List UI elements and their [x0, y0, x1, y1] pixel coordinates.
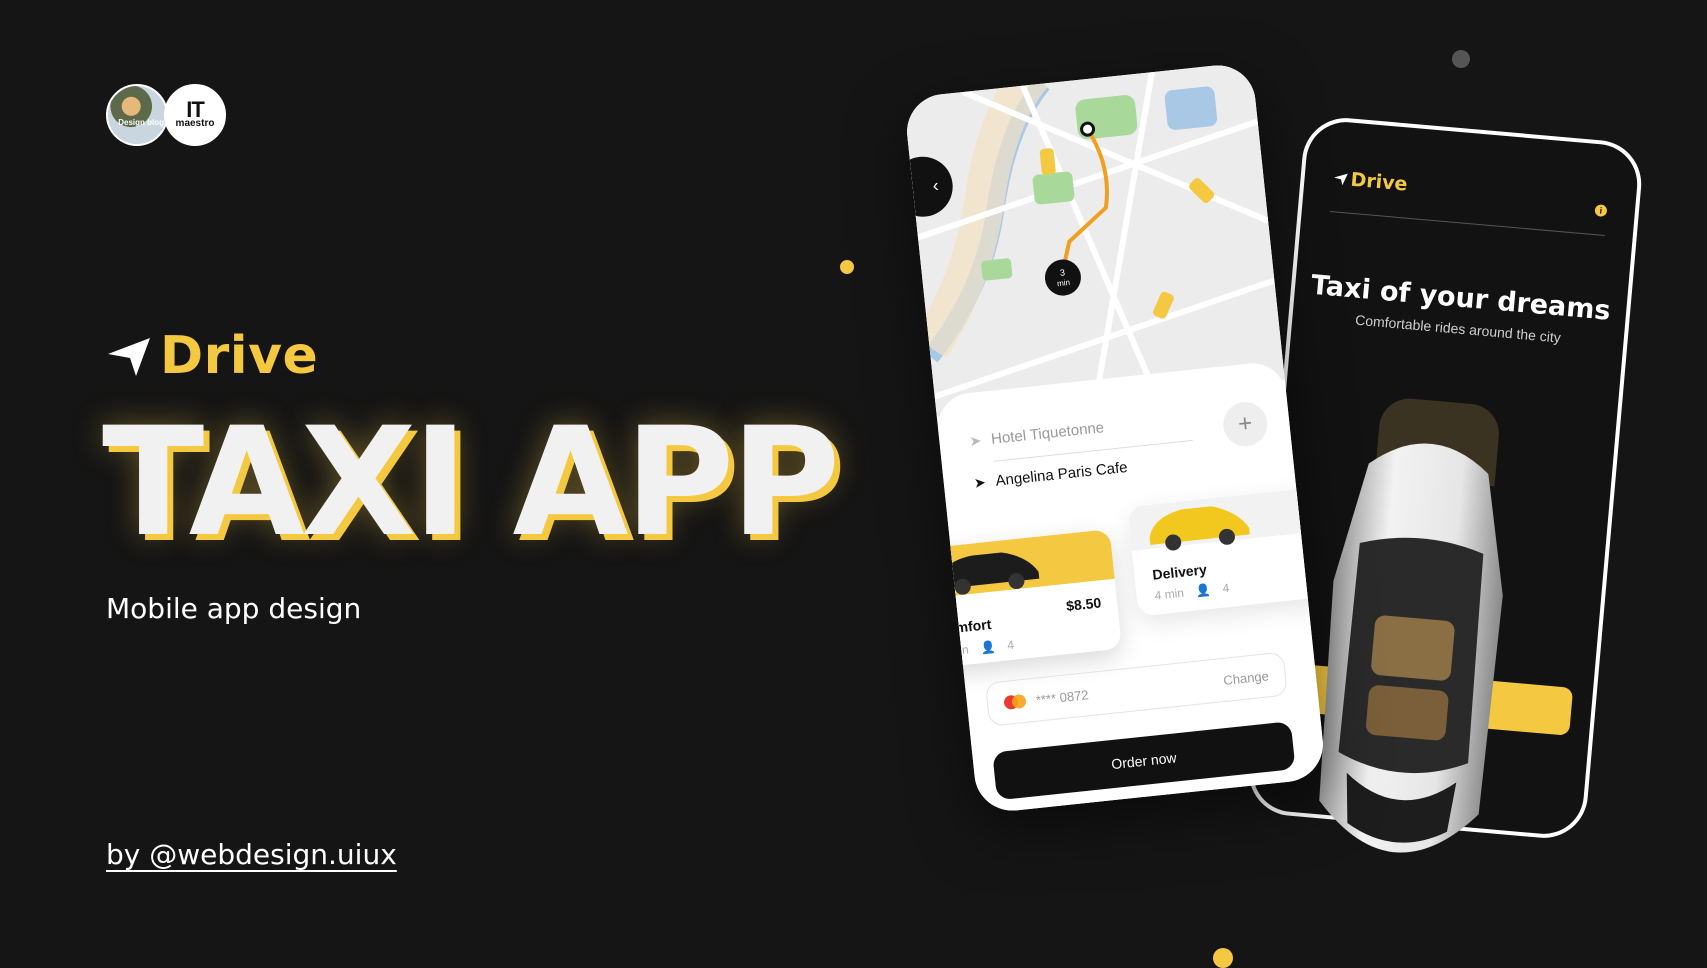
add-stop-button[interactable]: +	[1221, 400, 1270, 449]
ride-price: $8.50	[1065, 594, 1102, 614]
order-now-button[interactable]: Order now	[992, 721, 1296, 801]
decorative-dot	[1213, 948, 1233, 968]
booking-sheet: ➤ Hotel Tiquetonne ➤ Angelina Paris Cafe…	[910, 360, 1327, 815]
hero-title: TAXI APP	[102, 396, 840, 570]
ride-option-comfort[interactable]: Comfort $8.50 3 min 👤 4	[910, 529, 1123, 670]
ride-option-delivery[interactable]: Delivery $ 4 min 👤 4	[1127, 486, 1327, 617]
welcome-brand: Drive	[1332, 167, 1408, 196]
location-arrow-icon: ➤	[968, 432, 983, 450]
ride-seats: 4	[1006, 637, 1015, 653]
yellow-car-image	[1149, 506, 1250, 551]
ride-name: Comfort	[936, 616, 993, 638]
author-credit-link[interactable]: by @webdesign.uiux	[106, 838, 397, 871]
info-icon[interactable]: i	[1594, 204, 1608, 218]
header-divider	[1329, 210, 1605, 236]
design-blog-label: Design blog	[118, 118, 164, 127]
chevron-left-icon: ‹	[931, 174, 940, 196]
car-top-view-image	[1319, 443, 1503, 853]
black-car-image	[939, 552, 1040, 595]
card-number: **** 0872	[1035, 686, 1090, 708]
passenger-icon: 👤	[979, 639, 997, 656]
brand-logo: Drive	[106, 326, 318, 386]
maestro-avatar[interactable]: IT maestro	[164, 84, 226, 146]
payment-method-row[interactable]: **** 0872 Change	[984, 651, 1288, 727]
change-payment-link[interactable]: Change	[1223, 668, 1270, 688]
pickup-row[interactable]: ➤ Hotel Tiquetonne	[969, 419, 1105, 450]
brand-name: Drive	[160, 326, 319, 386]
mastercard-icon	[1003, 693, 1028, 711]
taxi-icon	[1039, 148, 1056, 175]
svg-text:min: min	[1057, 278, 1071, 288]
destination-row[interactable]: ➤ Angelina Paris Cafe	[973, 459, 1128, 492]
ride-seats: 4	[1221, 580, 1231, 596]
destination-location: Angelina Paris Cafe	[994, 458, 1129, 490]
city-map[interactable]: 3 min ‹	[903, 61, 1285, 417]
plus-icon: +	[1236, 409, 1254, 438]
design-blog-avatar[interactable]: Design blog	[106, 84, 168, 146]
navigation-arrow-icon	[108, 338, 150, 376]
ride-time: 4 min	[1153, 585, 1185, 603]
passenger-icon: 👤	[1195, 582, 1212, 599]
decorative-dot	[840, 260, 854, 274]
hero-subtitle: Mobile app design	[106, 592, 362, 625]
booking-phone-screen: 3 min ‹ ➤ Hotel Tiquetonne ➤ Angelina Pa…	[903, 61, 1327, 815]
svg-text:3: 3	[1059, 267, 1065, 277]
pickup-location: Hotel Tiquetonne	[990, 419, 1105, 448]
decorative-dot	[1452, 50, 1470, 68]
destination-arrow-icon: ➤	[973, 473, 987, 491]
maestro-logo: IT maestro	[175, 97, 215, 129]
ride-time: 3 min	[938, 642, 970, 660]
navigation-arrow-icon	[1334, 173, 1348, 186]
map-graphic: 3 min	[903, 61, 1285, 417]
ride-name: Delivery	[1151, 561, 1208, 583]
